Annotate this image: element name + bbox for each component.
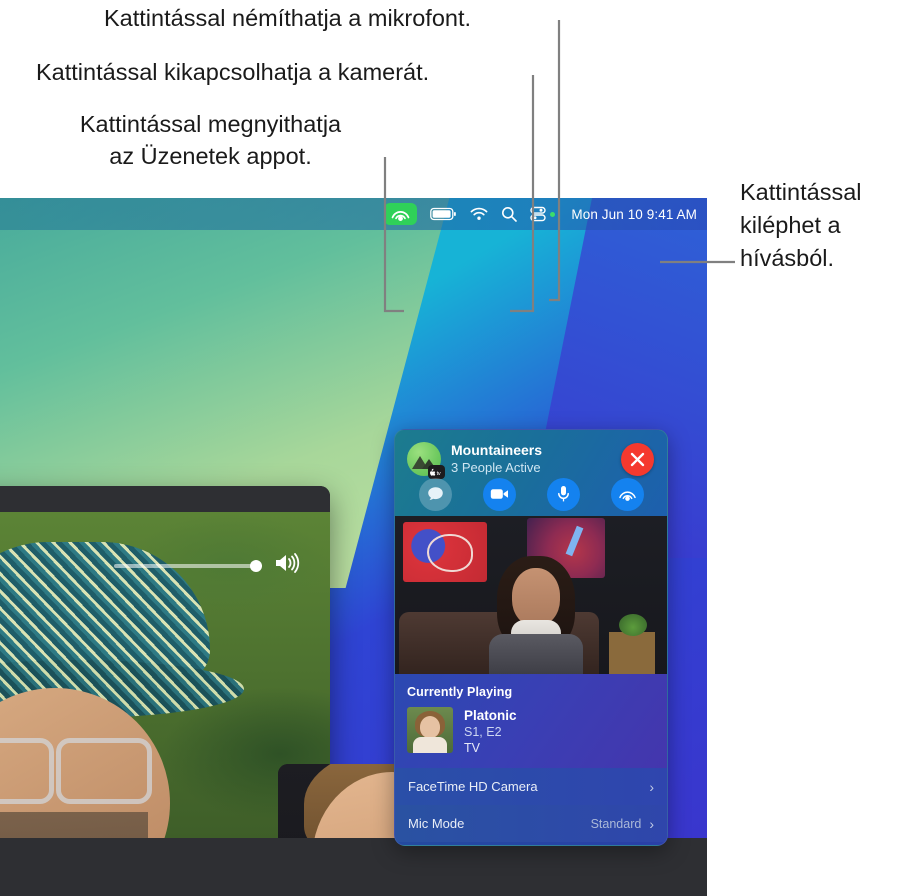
shareplay-icon[interactable] [610,477,644,511]
row-right: Standard › [591,817,654,831]
chevron-right-icon[interactable]: › [649,817,654,831]
wall-art-bar [565,525,584,557]
callout-messages: Kattintással megnyithatja az Üzenetek ap… [79,111,342,170]
now-playing-source: TV [464,741,480,756]
volume-slider[interactable] [114,552,300,579]
callout-camera: Kattintással kikapcsolhatja a kamerát. [36,59,430,85]
now-playing-title: Platonic [464,708,517,723]
row-right: › [641,780,654,794]
control-center-icon[interactable] [530,206,556,222]
popover-video-tile[interactable] [395,516,667,674]
chevron-right-icon[interactable]: › [649,780,654,794]
row-mic-mode[interactable]: Mic Mode Standard › [395,805,667,843]
video-subject-glasses-right [56,738,152,804]
screenshot-root: Kattintással némíthatja a mikrofont. Kat… [0,0,907,896]
now-playing-row[interactable]: Platonic S1, E2 TV [407,707,655,756]
callout-microphone: Kattintással némíthatja a mikrofont. [104,5,472,31]
dock-bar [0,838,707,896]
participant-person [489,554,583,674]
speaker-volume-icon [274,552,300,579]
row-value: Standard [590,816,642,831]
now-playing-meta: Platonic S1, E2 TV [464,707,517,756]
facetime-popover[interactable]: tv Mountaineers 3 People Active Currentl… [394,429,668,846]
thumbnail-face [420,716,440,738]
shareplay-icon[interactable] [384,203,418,225]
person-coat [489,634,583,674]
wall-art-ring [427,534,473,572]
now-playing-episode: S1, E2 [464,725,502,740]
call-controls[interactable] [395,474,667,514]
now-playing-heading: Currently Playing [407,685,513,699]
thumbnail-body [413,737,447,753]
microphone-icon[interactable] [546,477,580,511]
row-label: Mic Mode [408,816,465,832]
volume-slider-knob[interactable] [250,559,262,572]
now-playing-section[interactable]: Currently Playing Platonic S1, E2 TV [395,674,667,769]
person-face [512,568,560,626]
search-icon[interactable] [501,206,518,222]
menu-bar-clock[interactable]: Mon Jun 10 9:41 AM [571,207,697,222]
group-avatar: tv [407,442,445,479]
volume-slider-track[interactable] [114,559,262,572]
row-label: FaceTime HD Camera [408,779,538,795]
video-subject-glasses-left [0,738,54,804]
active-indicator-dot [550,211,556,217]
tv-window-titlebar [0,486,330,512]
menu-bar: Mon Jun 10 9:41 AM [0,198,707,230]
desktop-screen: –23:50 [0,198,707,896]
wifi-icon[interactable] [470,207,488,221]
popover-header: tv Mountaineers 3 People Active [395,430,667,516]
group-text: Mountaineers 3 People Active [451,442,542,476]
end-call-icon[interactable] [621,443,654,476]
side-table [609,632,655,674]
callout-exit-call: Kattintással kiléphet a hívásból. [740,179,862,271]
video-camera-icon[interactable] [482,477,516,511]
battery-icon[interactable] [430,207,457,221]
potted-plant [619,614,647,636]
group-info: tv Mountaineers 3 People Active [407,442,542,479]
messages-button[interactable] [418,477,452,511]
group-name: Mountaineers [451,442,543,459]
now-playing-thumbnail [407,707,453,753]
wall-art-left [403,522,487,582]
row-facetime-camera[interactable]: FaceTime HD Camera › [395,768,667,806]
